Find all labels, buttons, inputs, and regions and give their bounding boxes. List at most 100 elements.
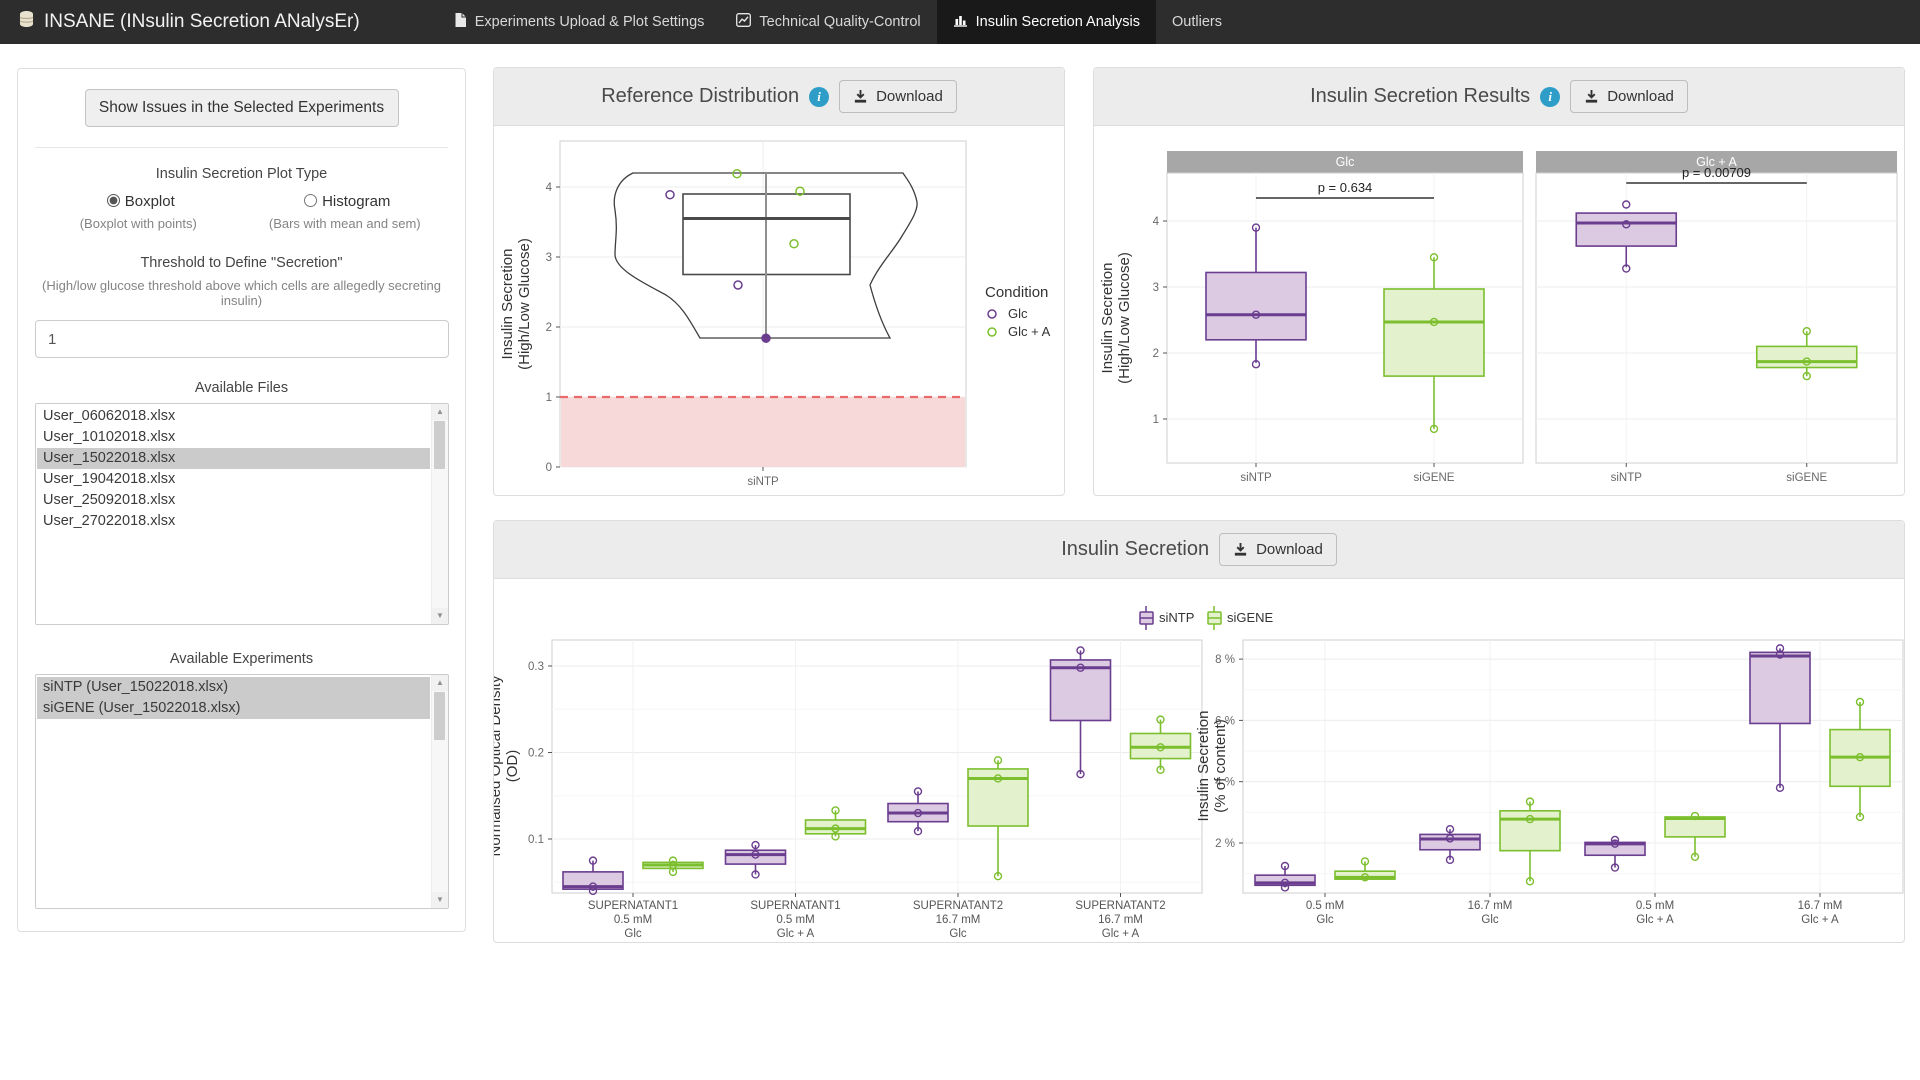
tab-insulin-secretion-analysis[interactable]: Insulin Secretion Analysis — [937, 0, 1156, 44]
threshold-band — [561, 397, 965, 467]
series-legend: siNTP siGENE — [1140, 606, 1274, 630]
list-item[interactable]: User_27022018.xlsx — [37, 511, 430, 532]
svg-text:16.7 mM: 16.7 mM — [1468, 900, 1513, 912]
files-listbox[interactable]: User_06062018.xlsxUser_10102018.xlsxUser… — [35, 403, 449, 625]
threshold-hint: (High/low glucose threshold above which … — [42, 278, 442, 308]
download-icon — [853, 89, 868, 104]
app-brand: INSANE (INsulin Secretion ANalysEr) — [0, 0, 378, 44]
svg-text:Normalised Optical Density(OD): Normalised Optical Density(OD) — [494, 675, 521, 856]
list-item[interactable]: siNTP (User_15022018.xlsx) — [37, 677, 430, 698]
list-item[interactable]: User_06062018.xlsx — [37, 406, 430, 427]
radio-option-histogram: Histogram (Bars with mean and sem) — [242, 191, 449, 231]
svg-text:Glc + A: Glc + A — [1008, 324, 1051, 339]
files-scrollbar[interactable]: ▲ ▼ — [431, 404, 448, 624]
download-icon — [1233, 542, 1248, 557]
boxplot-hint: (Boxplot with points) — [35, 216, 242, 231]
svg-text:Glc: Glc — [949, 928, 967, 940]
results-boxplot: Glcp = 0.634siNTPsiGENEGlc + Ap = 0.0070… — [1094, 125, 1904, 495]
svg-text:0.5 mM: 0.5 mM — [614, 914, 652, 926]
svg-text:SUPERNATANT2: SUPERNATANT2 — [913, 900, 1003, 912]
p-value: p = 0.634 — [1318, 180, 1373, 195]
svg-text:8 %: 8 % — [1215, 654, 1235, 666]
app-title: INSANE (INsulin Secretion ANalysEr) — [44, 11, 360, 33]
svg-text:Insulin Secretion(% of content: Insulin Secretion(% of content) — [1195, 711, 1229, 822]
svg-text:16.7 mM: 16.7 mM — [1798, 900, 1843, 912]
boxplot-radio[interactable] — [107, 194, 120, 207]
svg-text:siNTP: siNTP — [1159, 610, 1194, 625]
scroll-down-icon[interactable]: ▼ — [432, 892, 448, 908]
download-icon — [1584, 89, 1599, 104]
panel-title: Insulin Secretion Results — [1310, 85, 1530, 108]
scroll-up-icon[interactable]: ▲ — [432, 675, 448, 691]
svg-text:4: 4 — [1153, 216, 1160, 228]
radio-option-boxplot: Boxplot (Boxplot with points) — [35, 191, 242, 231]
available-files-label: Available Files — [35, 380, 448, 396]
svg-text:0: 0 — [546, 462, 552, 474]
plot-type-radio-group: Boxplot (Boxplot with points) Histogram … — [35, 191, 448, 231]
experiments-listbox[interactable]: siNTP (User_15022018.xlsx)siGENE (User_1… — [35, 674, 449, 909]
info-icon[interactable]: i — [809, 87, 829, 107]
svg-text:Glc + A: Glc + A — [777, 928, 815, 940]
experiments-scrollbar[interactable]: ▲ ▼ — [431, 675, 448, 908]
list-item[interactable]: User_25092018.xlsx — [37, 490, 430, 511]
scroll-up-icon[interactable]: ▲ — [432, 404, 448, 420]
divider — [35, 147, 448, 148]
download-button[interactable]: Download — [1219, 533, 1337, 566]
svg-text:Glc: Glc — [1481, 914, 1499, 926]
svg-text:2 %: 2 % — [1215, 838, 1235, 850]
panel-title: Reference Distribution — [601, 85, 799, 108]
svg-text:0.3: 0.3 — [528, 661, 544, 673]
reference-panel-header: Reference Distribution i Download — [494, 68, 1064, 126]
list-item[interactable]: siGENE (User_15022018.xlsx) — [37, 698, 430, 719]
svg-text:16.7 mM: 16.7 mM — [1098, 914, 1143, 926]
svg-text:Glc + A: Glc + A — [1801, 914, 1839, 926]
svg-text:0.1: 0.1 — [528, 834, 544, 846]
list-item[interactable]: User_10102018.xlsx — [37, 427, 430, 448]
list-item[interactable]: User_15022018.xlsx — [37, 448, 430, 469]
svg-text:Glc + A: Glc + A — [1636, 914, 1674, 926]
svg-text:Glc + A: Glc + A — [1102, 928, 1140, 940]
svg-text:siNTP: siNTP — [1240, 472, 1272, 484]
sidebar: Show Issues in the Selected Experiments … — [17, 68, 466, 932]
show-issues-button[interactable]: Show Issues in the Selected Experiments — [85, 89, 399, 127]
secretion-panel-header: Insulin Secretion Download — [494, 521, 1904, 579]
download-button[interactable]: Download — [1570, 80, 1688, 113]
file-icon — [454, 12, 467, 32]
download-button[interactable]: Download — [839, 80, 957, 113]
scrollbar-thumb[interactable] — [434, 421, 445, 469]
svg-text:0.2: 0.2 — [528, 748, 544, 760]
svg-text:3: 3 — [1153, 282, 1159, 294]
info-icon[interactable]: i — [1540, 87, 1560, 107]
scroll-down-icon[interactable]: ▼ — [432, 608, 448, 624]
navbar: INSANE (INsulin Secretion ANalysEr) Expe… — [0, 0, 1920, 44]
secretion-boxplots: siNTPsiGENE0.10.20.3SUPERNATANT10.5 mMGl… — [494, 578, 1904, 942]
histogram-radio[interactable] — [304, 194, 317, 207]
svg-text:Glc: Glc — [1008, 306, 1028, 321]
insulin-secretion-results-panel: Insulin Secretion Results i Download Glc… — [1093, 67, 1905, 496]
svg-text:siNTP: siNTP — [747, 476, 779, 488]
p-value: p = 0.00709 — [1682, 165, 1751, 180]
svg-text:Insulin Secretion(High/Low Glu: Insulin Secretion(High/Low Glucose) — [1099, 252, 1133, 384]
nav-tabs: Experiments Upload & Plot Settings Techn… — [438, 0, 1238, 44]
line-chart-icon — [736, 13, 751, 31]
list-item[interactable]: User_19042018.xlsx — [37, 469, 430, 490]
svg-text:16.7 mM: 16.7 mM — [936, 914, 981, 926]
scrollbar-thumb[interactable] — [434, 692, 445, 740]
svg-text:0.5 mM: 0.5 mM — [776, 914, 814, 926]
threshold-input[interactable] — [35, 320, 449, 358]
database-icon — [18, 10, 35, 34]
svg-text:siGENE: siGENE — [1414, 472, 1455, 484]
plot-type-label: Insulin Secretion Plot Type — [35, 166, 448, 182]
tab-experiments-upload[interactable]: Experiments Upload & Plot Settings — [438, 0, 721, 44]
tab-technical-qc[interactable]: Technical Quality-Control — [720, 0, 936, 44]
tab-outliers[interactable]: Outliers — [1156, 0, 1238, 44]
reference-distribution-panel: Reference Distribution i Download 01234s… — [493, 67, 1065, 496]
svg-text:4: 4 — [546, 182, 553, 194]
results-panel-header: Insulin Secretion Results i Download — [1094, 68, 1904, 126]
reference-violin-plot: 01234siNTPInsulin Secretion(High/Low Glu… — [494, 125, 1064, 495]
bar-chart-icon — [953, 13, 968, 31]
svg-text:2: 2 — [1153, 348, 1159, 360]
svg-text:siGENE: siGENE — [1786, 472, 1827, 484]
svg-text:siGENE: siGENE — [1227, 610, 1274, 625]
svg-text:siNTP: siNTP — [1611, 472, 1643, 484]
